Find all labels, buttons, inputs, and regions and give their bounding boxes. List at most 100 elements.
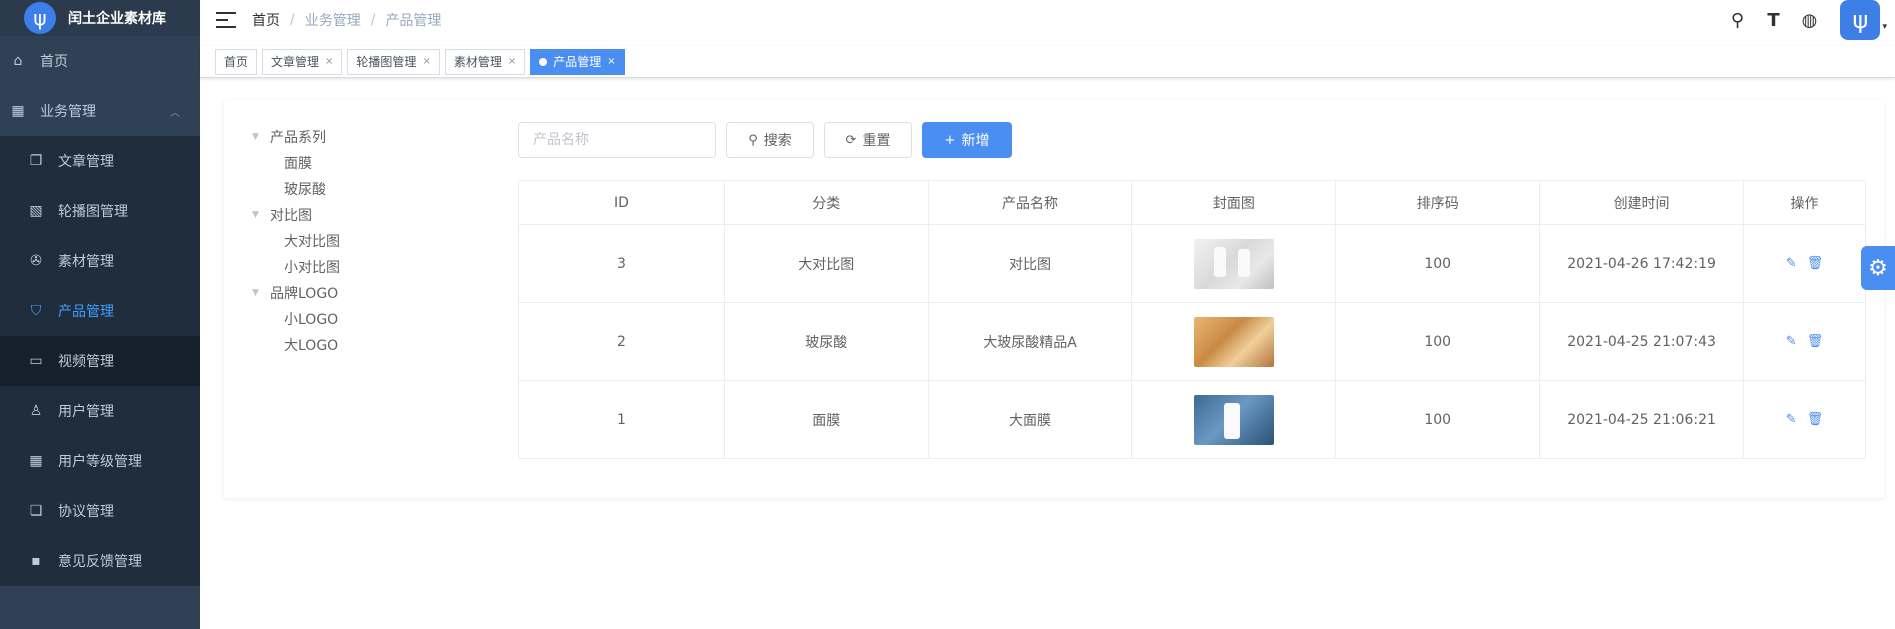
close-icon[interactable]: ×: [607, 50, 615, 74]
tree-node[interactable]: 玻尿酸: [252, 176, 340, 202]
column-header-name: 产品名称: [927, 180, 1133, 225]
tag-home[interactable]: 首页: [215, 48, 258, 75]
hamburger-icon[interactable]: [216, 12, 236, 28]
cell-actions: ✎ 🗑: [1743, 224, 1866, 303]
add-button[interactable]: + 新增: [922, 122, 1012, 158]
sidebar-item-carousel[interactable]: ▧ 轮播图管理: [0, 186, 200, 236]
tags-view: 首页 文章管理 × 轮播图管理 × 素材管理 × 产品管理 ×: [200, 46, 1895, 78]
cell-id: 3: [518, 224, 725, 303]
cover-image[interactable]: [1193, 238, 1274, 289]
cell-created: 2021-04-25 21:06:21: [1539, 380, 1744, 459]
navbar-tools: ⚲ T ◍ ψ ▾: [1722, 0, 1895, 40]
cell-name: 大玻尿酸精品A: [927, 302, 1133, 381]
tag-materials[interactable]: 素材管理 ×: [444, 48, 526, 75]
column-header-cover: 封面图: [1131, 180, 1337, 225]
tag-products[interactable]: 产品管理 ×: [530, 48, 625, 75]
active-dot-icon: [539, 57, 548, 66]
edit-icon[interactable]: ✎: [1786, 256, 1797, 271]
tag-articles[interactable]: 文章管理 ×: [262, 48, 343, 75]
sidebar-item-label: 意见反馈管理: [58, 554, 142, 570]
sidebar-item-business[interactable]: ▦ 业务管理 ︿: [0, 86, 200, 136]
delete-icon[interactable]: 🗑: [1807, 334, 1824, 349]
refresh-icon: ⟳: [845, 132, 857, 148]
caret-down-icon[interactable]: ▼: [252, 132, 262, 142]
caret-down-icon[interactable]: ▼: [252, 288, 262, 298]
cell-actions: ✎ 🗑: [1743, 380, 1866, 459]
sidebar-item-label: 首页: [40, 54, 68, 70]
tree-node-label: 产品系列: [270, 130, 326, 146]
caret-down-icon[interactable]: ▼: [252, 210, 262, 220]
tag-label: 文章管理: [271, 54, 320, 69]
tree-node-label: 大对比图: [284, 234, 340, 250]
cell-created: 2021-04-26 17:42:19: [1539, 224, 1744, 303]
add-button-label: 新增: [961, 133, 990, 149]
breadcrumb-home[interactable]: 首页: [252, 10, 280, 30]
tree-node[interactable]: ▼ 品牌LOGO: [252, 280, 340, 306]
tree-node-label: 品牌LOGO: [270, 286, 339, 302]
sidebar-item-label: 文章管理: [58, 154, 114, 170]
sidebar-item-feedback[interactable]: ▪ 意见反馈管理: [0, 536, 200, 586]
image-icon: ▧: [29, 203, 43, 219]
tag-label: 产品管理: [553, 54, 602, 69]
logo-bar[interactable]: ψ 闰土企业素材库: [0, 0, 200, 36]
close-icon[interactable]: ×: [508, 50, 516, 74]
breadcrumb-business: 业务管理: [304, 13, 361, 29]
cell-sort: 100: [1335, 224, 1541, 303]
plus-icon: +: [944, 132, 956, 148]
delete-icon[interactable]: 🗑: [1807, 256, 1824, 271]
tree-node-label: 对比图: [270, 208, 312, 224]
settings-icon[interactable]: ⚙: [1861, 246, 1895, 290]
tree-node[interactable]: 小LOGO: [252, 306, 340, 332]
breadcrumb-products: 产品管理: [385, 13, 442, 29]
cell-sort: 100: [1335, 302, 1541, 381]
reset-button[interactable]: ⟳ 重置: [824, 122, 912, 158]
sidebar-item-products[interactable]: ⛉ 产品管理: [0, 286, 200, 336]
product-name-input[interactable]: [518, 122, 716, 158]
column-header-sort: 排序码: [1335, 180, 1541, 225]
grid-icon: ▦: [11, 103, 25, 119]
sidebar-item-home[interactable]: ⌂ 首页: [0, 36, 200, 86]
sidebar-item-user-levels[interactable]: ▦ 用户等级管理: [0, 436, 200, 486]
tag-carousel[interactable]: 轮播图管理 ×: [347, 48, 440, 75]
column-header-category: 分类: [723, 180, 929, 225]
chat-icon: ▪: [31, 553, 41, 569]
cell-cover: [1131, 302, 1337, 381]
search-button[interactable]: ⚲ 搜索: [726, 122, 814, 158]
tree-node[interactable]: 大对比图: [252, 228, 340, 254]
sidebar-item-users[interactable]: ♙ 用户管理: [0, 386, 200, 436]
tree-node[interactable]: 小对比图: [252, 254, 340, 280]
cell-sort: 100: [1335, 380, 1541, 459]
breadcrumb: 首页 / 业务管理 / 产品管理: [252, 10, 441, 30]
tree-node-label: 面膜: [284, 156, 312, 172]
tree-node[interactable]: ▼ 产品系列: [252, 124, 340, 150]
cell-cover: [1131, 224, 1337, 303]
tree-node[interactable]: 面膜: [252, 150, 340, 176]
globe-icon[interactable]: ◍: [1794, 5, 1824, 35]
avatar[interactable]: ψ: [1840, 0, 1881, 40]
cell-actions: ✎ 🗑: [1743, 302, 1866, 381]
sidebar-item-label: 轮播图管理: [58, 204, 128, 220]
sidebar-item-videos[interactable]: ▭ 视频管理: [0, 336, 200, 386]
caret-down-icon[interactable]: ▾: [1882, 22, 1887, 32]
home-icon: ⌂: [13, 53, 23, 69]
tree-node[interactable]: 大LOGO: [252, 332, 340, 358]
cover-image[interactable]: [1193, 316, 1274, 367]
tag-label: 首页: [224, 54, 249, 69]
delete-icon[interactable]: 🗑: [1807, 412, 1824, 427]
close-icon[interactable]: ×: [325, 50, 333, 74]
search-icon: ⚲: [748, 132, 758, 148]
tag-label: 素材管理: [453, 54, 502, 69]
sidebar-item-articles[interactable]: ❐ 文章管理: [0, 136, 200, 186]
tree-node[interactable]: ▼ 对比图: [252, 202, 340, 228]
tree-node-label: 小LOGO: [284, 312, 339, 328]
edit-icon[interactable]: ✎: [1786, 412, 1797, 427]
cover-image[interactable]: [1193, 394, 1274, 445]
column-header-id: ID: [518, 180, 725, 225]
search-icon[interactable]: ⚲: [1722, 5, 1752, 35]
sidebar-item-agreements[interactable]: ❏ 协议管理: [0, 486, 200, 536]
close-icon[interactable]: ×: [422, 50, 430, 74]
sidebar-item-materials[interactable]: ✇ 素材管理: [0, 236, 200, 286]
sidebar-item-label: 协议管理: [58, 504, 114, 520]
edit-icon[interactable]: ✎: [1786, 334, 1797, 349]
font-size-icon[interactable]: T: [1758, 5, 1788, 35]
